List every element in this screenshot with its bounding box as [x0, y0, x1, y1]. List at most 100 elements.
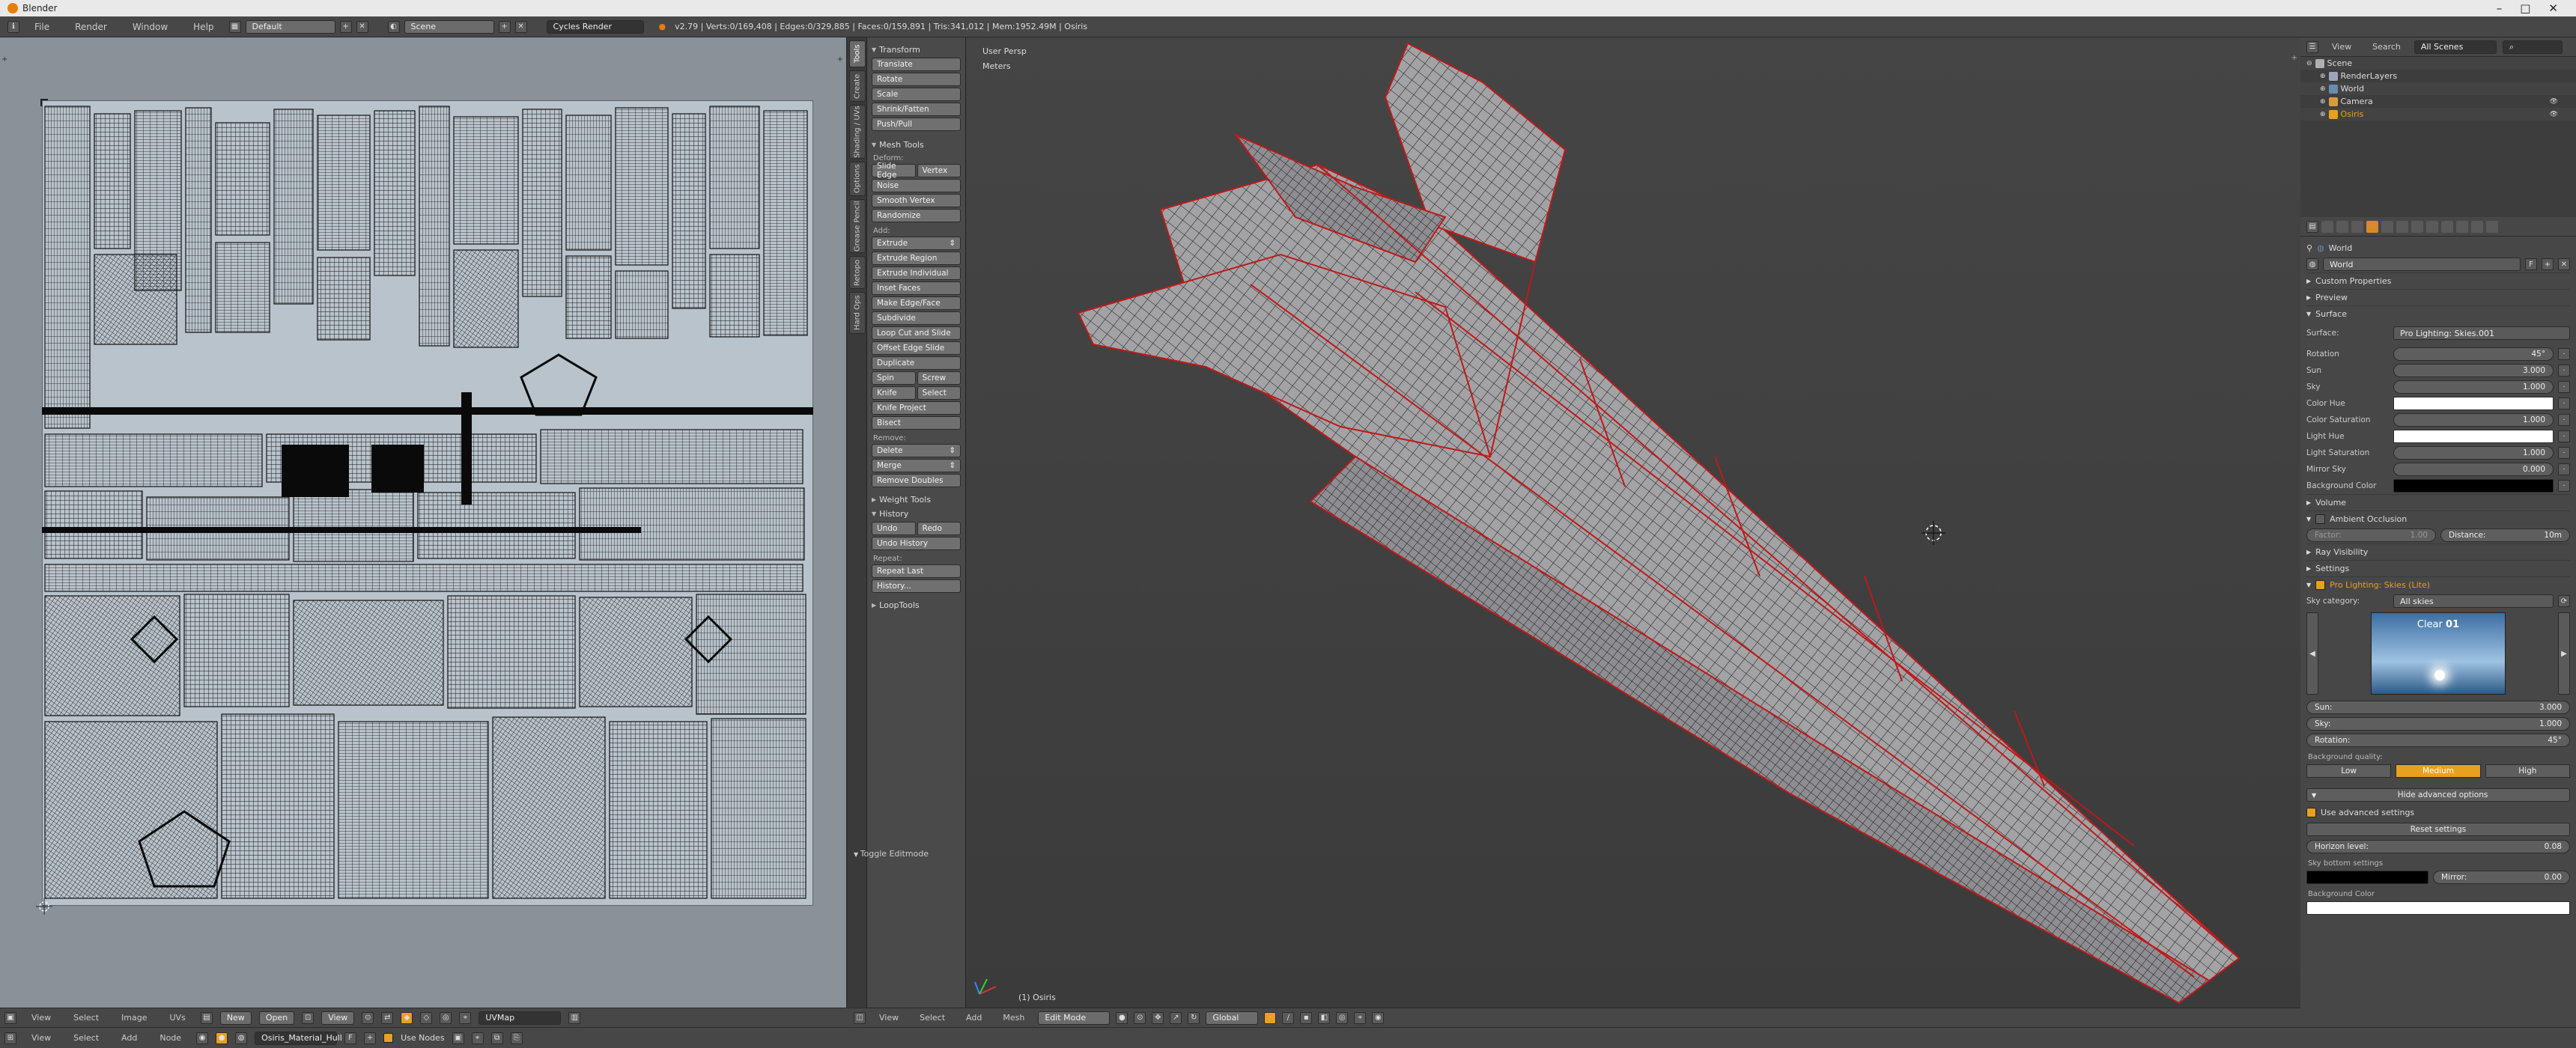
shader-tree-icon[interactable]: ◉: [196, 1032, 209, 1044]
node-menu-node[interactable]: Node: [152, 1033, 189, 1043]
unlink-world-icon[interactable]: ✕: [2558, 258, 2570, 270]
repeat-last-button[interactable]: Repeat Last: [872, 564, 961, 578]
face-select-icon[interactable]: ▪: [1300, 1011, 1313, 1024]
param-slider[interactable]: 1.000: [2393, 446, 2554, 460]
tab-grease-pencil[interactable]: Grease Pencil: [849, 199, 866, 253]
occlude-geometry-icon[interactable]: ◧: [1318, 1011, 1331, 1024]
param-slider[interactable]: 0.000: [2393, 463, 2554, 476]
keyframe-dot-icon[interactable]: ·: [2558, 381, 2570, 393]
material-field[interactable]: Osiris_Material_Hull: [255, 1031, 342, 1045]
merge-dropdown[interactable]: Merge ⇕: [872, 459, 961, 472]
param-color-swatch[interactable]: [2393, 430, 2554, 443]
world-name-field[interactable]: World: [2323, 258, 2521, 271]
pin-icon[interactable]: ⊡: [302, 1011, 315, 1024]
horizon-slider[interactable]: Horizon level: 0.08: [2306, 840, 2570, 853]
render-preview-icon[interactable]: ◉: [1372, 1011, 1385, 1024]
add-layout-icon[interactable]: +: [339, 20, 352, 33]
add-material-icon[interactable]: +: [364, 1032, 377, 1044]
rotate-widget-icon[interactable]: ↻: [1188, 1011, 1200, 1024]
viewport-editor-type-icon[interactable]: ◫: [854, 1011, 866, 1024]
push-pull-button[interactable]: Push/Pull: [872, 118, 961, 131]
layout-field[interactable]: Default: [245, 19, 335, 34]
quality-medium-button[interactable]: Medium: [2396, 764, 2481, 778]
param-slider[interactable]: 45°: [2393, 347, 2554, 361]
remove-doubles-button[interactable]: Remove Doubles: [872, 474, 961, 487]
knife-select-button[interactable]: Select: [917, 386, 961, 400]
keyframe-dot-icon[interactable]: ·: [2558, 463, 2570, 475]
uv-islands[interactable]: [42, 100, 813, 906]
keyframe-dot-icon[interactable]: ·: [2558, 447, 2570, 459]
quality-low-button[interactable]: Low: [2306, 764, 2392, 778]
manipulator-icon[interactable]: ✥: [1152, 1011, 1164, 1024]
expand-toggle-icon[interactable]: ⊕: [2320, 85, 2326, 93]
pro-lighting-section[interactable]: ▼ Pro Lighting: Skies (Lite): [2306, 576, 2570, 593]
uv-editor-type-icon[interactable]: ▣: [4, 1011, 16, 1024]
uvmap-field[interactable]: UVMap: [479, 1011, 562, 1025]
loop-cut-slide-button[interactable]: Loop Cut and Slide: [872, 326, 961, 340]
param-slider[interactable]: 1.000: [2393, 413, 2554, 427]
surface-shader-select[interactable]: Pro Lighting: Skies.001: [2393, 326, 2570, 340]
param-slider[interactable]: 3.000: [2393, 364, 2554, 377]
remove-layout-icon[interactable]: ✕: [356, 20, 368, 33]
object-shader-icon[interactable]: ●: [216, 1032, 228, 1044]
ao-distance-slider[interactable]: Distance: 10m: [2440, 528, 2570, 542]
spaceship-mesh[interactable]: [966, 37, 2300, 1008]
vp-menu-select[interactable]: Select: [912, 1013, 953, 1023]
history-panel-header[interactable]: ▼ History: [872, 509, 961, 519]
prev-sky-arrow-icon[interactable]: ◀: [2306, 612, 2318, 695]
snap-element-icon[interactable]: ⌖: [1354, 1011, 1367, 1024]
sky-param-slider[interactable]: Rotation: 45°: [2306, 734, 2570, 747]
rotate-button[interactable]: Rotate: [872, 73, 961, 86]
expand-toggle-icon[interactable]: ⊕: [2320, 73, 2326, 80]
node-menu-view[interactable]: View: [24, 1033, 58, 1043]
proportional-edit-icon[interactable]: ◎: [440, 1011, 452, 1024]
outliner-item-scene[interactable]: ⊖ Scene: [2300, 57, 2576, 70]
translate-widget-icon[interactable]: ↗: [1170, 1011, 1182, 1024]
slide-edge-button[interactable]: Slide Edge: [872, 162, 916, 180]
extrude-dropdown[interactable]: Extrude ⇕: [872, 237, 961, 250]
knife-project-button[interactable]: Knife Project: [872, 401, 961, 415]
scene-field[interactable]: Scene: [404, 19, 494, 34]
undo-button[interactable]: Undo: [872, 522, 916, 535]
make-edge-face-button[interactable]: Make Edge/Face: [872, 296, 961, 310]
scene-icon[interactable]: ◐: [387, 20, 400, 33]
menu-file[interactable]: File: [24, 22, 60, 32]
sky-refresh-icon[interactable]: ⟳: [2558, 595, 2570, 607]
ambient-occlusion-section[interactable]: ▼ Ambient Occlusion: [2306, 511, 2570, 527]
uv-2d-cursor-icon[interactable]: [36, 898, 52, 915]
smooth-vertex-button[interactable]: Smooth Vertex: [872, 194, 961, 207]
expand-toggle-icon[interactable]: ⊕: [2320, 111, 2326, 118]
remove-scene-icon[interactable]: ✕: [514, 20, 527, 33]
screw-button[interactable]: Screw: [917, 371, 961, 385]
ray-visibility-section[interactable]: ▶ Ray Visibility: [2306, 543, 2570, 560]
use-advanced-checkbox[interactable]: [2306, 807, 2316, 817]
offset-edge-slide-button[interactable]: Offset Edge Slide: [872, 341, 961, 355]
add-world-icon[interactable]: +: [2542, 258, 2554, 270]
object-tab-icon[interactable]: [2381, 220, 2393, 233]
uv-menu-uvs[interactable]: UVs: [162, 1013, 193, 1023]
toggle-editmode-panel[interactable]: ▼ Toggle Editmode: [854, 849, 929, 859]
open-image-button[interactable]: Open: [258, 1011, 295, 1025]
copy-nodes-icon[interactable]: ⧉: [490, 1032, 503, 1044]
translate-button[interactable]: Translate: [872, 58, 961, 71]
sky-preview-thumbnail[interactable]: Clear 01: [2371, 612, 2506, 695]
pivot-point-icon[interactable]: ⊙: [1134, 1011, 1146, 1024]
uv-menu-view[interactable]: View: [24, 1013, 58, 1023]
mode-select[interactable]: Edit Mode: [1038, 1011, 1111, 1025]
properties-type-icon[interactable]: ▤: [2306, 220, 2318, 233]
tab-tools[interactable]: Tools: [849, 40, 866, 67]
view-mode-select[interactable]: View: [321, 1011, 355, 1025]
paste-nodes-icon[interactable]: ⎘: [510, 1032, 523, 1044]
reset-settings-button[interactable]: Reset settings: [2306, 823, 2570, 836]
transform-panel-header[interactable]: ▼ Transform: [872, 45, 961, 55]
edge-select-icon[interactable]: /: [1282, 1011, 1295, 1024]
menu-render[interactable]: Render: [64, 22, 118, 32]
uv-menu-image[interactable]: Image: [114, 1013, 154, 1023]
material-tab-icon[interactable]: [2441, 220, 2453, 233]
expand-toggle-icon[interactable]: ⊖: [2306, 60, 2312, 67]
background-color-swatch[interactable]: [2306, 901, 2570, 915]
knife-button[interactable]: Knife: [872, 386, 916, 400]
world-tab-icon[interactable]: [2366, 220, 2378, 233]
outliner-item-osiris[interactable]: ⊕ Osiris 👁: [2300, 108, 2576, 121]
sky-param-slider[interactable]: Sun: 3.000: [2306, 701, 2570, 714]
